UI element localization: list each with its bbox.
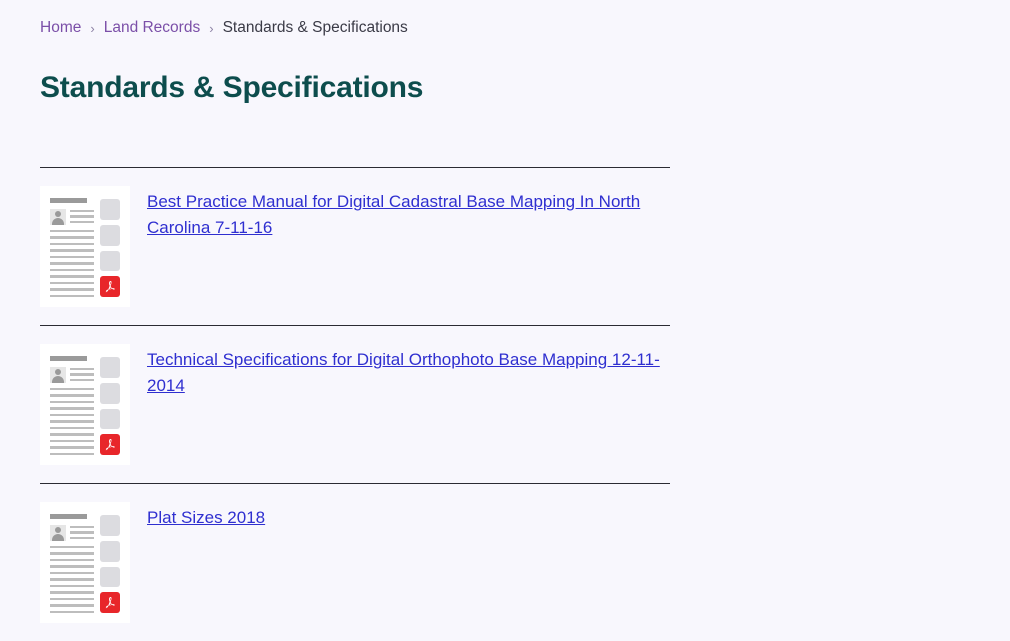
person-avatar-icon: [50, 208, 66, 225]
thumbnail-block: [100, 540, 120, 562]
breadcrumb-separator-icon: ›: [209, 20, 214, 36]
thumbnail-block: [100, 250, 120, 272]
document-link-container: Technical Specifications for Digital Ort…: [130, 344, 670, 400]
document-link[interactable]: Best Practice Manual for Digital Cadastr…: [147, 192, 640, 237]
pdf-icon: [100, 276, 120, 297]
thumbnail-sidebar-blocks: [100, 356, 120, 455]
breadcrumb-separator-icon: ›: [90, 20, 95, 36]
thumbnail-body-lines: [50, 545, 94, 613]
thumbnail-block: [100, 199, 120, 220]
document-list-item[interactable]: Best Practice Manual for Digital Cadastr…: [40, 168, 670, 325]
document-thumbnail[interactable]: [40, 502, 130, 623]
thumbnail-content: [50, 356, 120, 455]
thumbnail-title-placeholder: [50, 514, 87, 519]
page-container: Home › Land Records › Standards & Specif…: [0, 0, 1010, 623]
document-link[interactable]: Technical Specifications for Digital Ort…: [147, 350, 660, 395]
thumbnail-block: [100, 224, 120, 246]
document-thumbnail[interactable]: [40, 186, 130, 307]
thumbnail-header-lines: [70, 209, 94, 225]
document-link-container: Best Practice Manual for Digital Cadastr…: [130, 186, 670, 242]
thumbnail-header-block: [50, 366, 94, 383]
thumbnail-header-lines: [70, 525, 94, 541]
thumbnail-body-lines: [50, 387, 94, 455]
document-link[interactable]: Plat Sizes 2018: [147, 508, 265, 527]
pdf-icon: [100, 434, 120, 455]
thumbnail-sidebar-blocks: [100, 514, 120, 613]
document-list-item[interactable]: Technical Specifications for Digital Ort…: [40, 326, 670, 483]
document-thumbnail[interactable]: [40, 344, 130, 465]
person-avatar-icon: [50, 366, 66, 383]
thumbnail-sidebar-blocks: [100, 198, 120, 297]
thumbnail-text-column: [50, 198, 94, 297]
thumbnail-block: [100, 515, 120, 536]
pdf-icon: [100, 592, 120, 613]
thumbnail-block: [100, 382, 120, 404]
thumbnail-header-block: [50, 208, 94, 225]
thumbnail-text-column: [50, 356, 94, 455]
thumbnail-block: [100, 408, 120, 430]
thumbnail-header-lines: [70, 367, 94, 383]
thumbnail-content: [50, 514, 120, 613]
thumbnail-header-block: [50, 524, 94, 541]
thumbnail-title-placeholder: [50, 356, 87, 361]
person-avatar-icon: [50, 524, 66, 541]
thumbnail-text-column: [50, 514, 94, 613]
document-link-container: Plat Sizes 2018: [130, 502, 670, 531]
thumbnail-content: [50, 198, 120, 297]
breadcrumb-item-land-records[interactable]: Land Records: [104, 20, 201, 36]
breadcrumb-item-current: Standards & Specifications: [222, 19, 408, 37]
thumbnail-body-lines: [50, 229, 94, 297]
breadcrumb-item-home[interactable]: Home: [40, 20, 81, 36]
breadcrumb: Home › Land Records › Standards & Specif…: [40, 0, 970, 56]
document-list: Best Practice Manual for Digital Cadastr…: [40, 167, 670, 641]
document-list-item[interactable]: Plat Sizes 2018: [40, 484, 670, 641]
thumbnail-block: [100, 566, 120, 588]
thumbnail-title-placeholder: [50, 198, 87, 203]
thumbnail-block: [100, 357, 120, 378]
page-title: Standards & Specifications: [40, 71, 424, 104]
